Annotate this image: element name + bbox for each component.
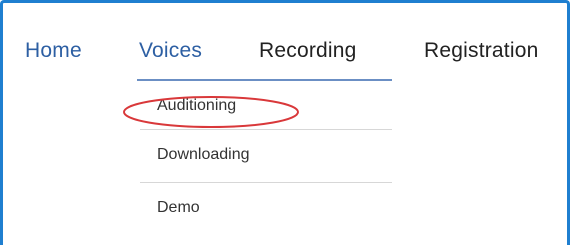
dropdown-item-label: Demo xyxy=(157,199,200,216)
active-nav-underline xyxy=(137,79,392,81)
nav-item-home[interactable]: Home xyxy=(25,37,82,65)
browser-frame: Home Voices Recording Registration Audit… xyxy=(0,0,570,245)
dropdown-item-demo[interactable]: Demo xyxy=(140,183,392,235)
dropdown-item-label: Downloading xyxy=(157,146,250,163)
dropdown-item-label: Auditioning xyxy=(157,97,237,114)
nav-item-recording[interactable]: Recording xyxy=(259,37,357,65)
main-nav: Home Voices Recording Registration xyxy=(3,37,567,81)
dropdown-item-downloading[interactable]: Downloading xyxy=(140,130,392,183)
nav-item-voices[interactable]: Voices xyxy=(139,37,202,65)
voices-dropdown-menu: Auditioning Downloading Demo xyxy=(140,91,392,235)
dropdown-item-auditioning[interactable]: Auditioning xyxy=(140,83,392,130)
nav-item-registration[interactable]: Registration xyxy=(424,37,538,65)
